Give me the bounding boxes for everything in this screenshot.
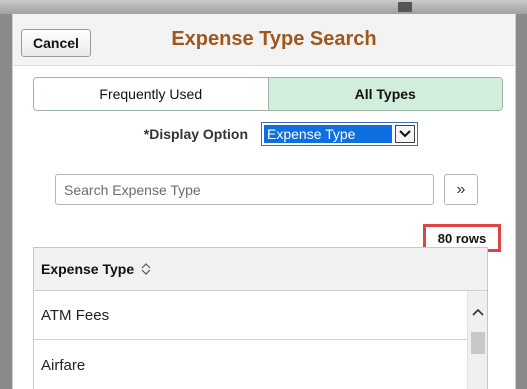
expense-type-grid: Expense Type ATM Fees Airfare: [33, 247, 488, 389]
column-header-expense-type[interactable]: Expense Type: [34, 248, 487, 291]
expense-type-search-modal: Cancel Expense Type Search Frequently Us…: [12, 14, 516, 389]
display-option-value: Expense Type: [264, 125, 392, 143]
modal-header: Cancel Expense Type Search: [13, 14, 515, 66]
list-item[interactable]: ATM Fees: [34, 291, 467, 340]
sort-updown-icon: [141, 263, 151, 275]
double-chevron-right-icon: »: [456, 180, 466, 198]
tab-all-types[interactable]: All Types: [268, 78, 502, 110]
list-item[interactable]: Airfare: [34, 341, 467, 389]
tab-frequently-used[interactable]: Frequently Used: [34, 78, 269, 110]
grid-body: ATM Fees Airfare: [34, 291, 487, 389]
background-calendar-icon: [398, 2, 412, 12]
grid-scrollbar[interactable]: [467, 291, 487, 389]
display-option-label: *Display Option: [143, 126, 248, 142]
modal-title: Expense Type Search: [171, 28, 377, 50]
expense-type-tabs: Frequently Used All Types: [33, 77, 503, 111]
column-header-label: Expense Type: [41, 261, 135, 277]
chevron-down-icon[interactable]: [395, 125, 415, 143]
scroll-up-arrow-icon[interactable]: [471, 307, 485, 317]
background-page-strip: [0, 0, 527, 14]
scrollbar-thumb[interactable]: [471, 332, 485, 354]
search-button[interactable]: »: [444, 174, 478, 205]
search-expense-type-input[interactable]: [55, 174, 434, 205]
display-option-select[interactable]: Expense Type: [261, 122, 418, 146]
